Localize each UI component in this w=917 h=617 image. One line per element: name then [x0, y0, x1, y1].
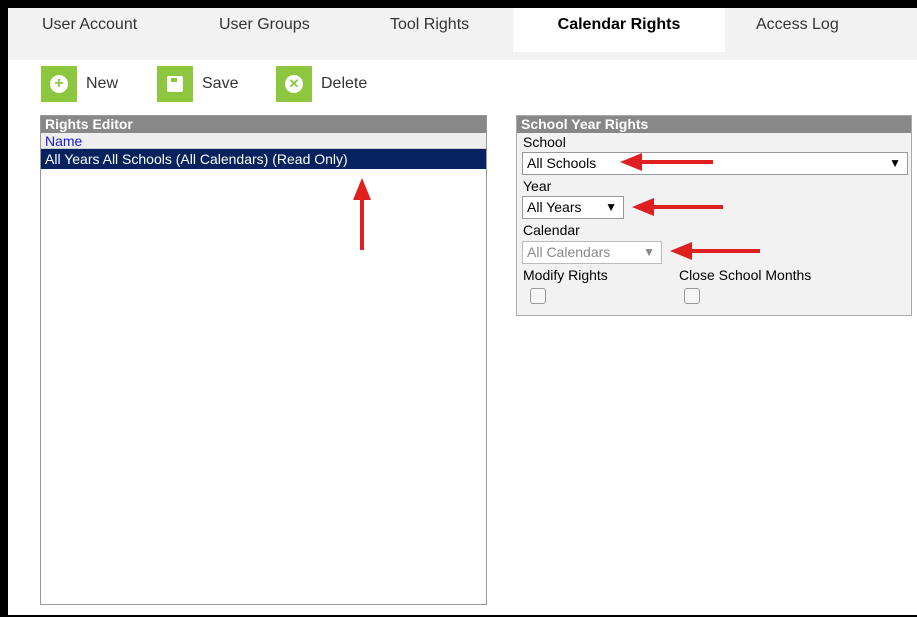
- arrow-left-school-annotation: [620, 153, 713, 171]
- arrow-left-calendar-annotation: [670, 242, 760, 260]
- arrow-up-annotation: [353, 178, 371, 250]
- arrow-left-year-annotation: [632, 198, 723, 216]
- annotation-arrows: [353, 153, 760, 260]
